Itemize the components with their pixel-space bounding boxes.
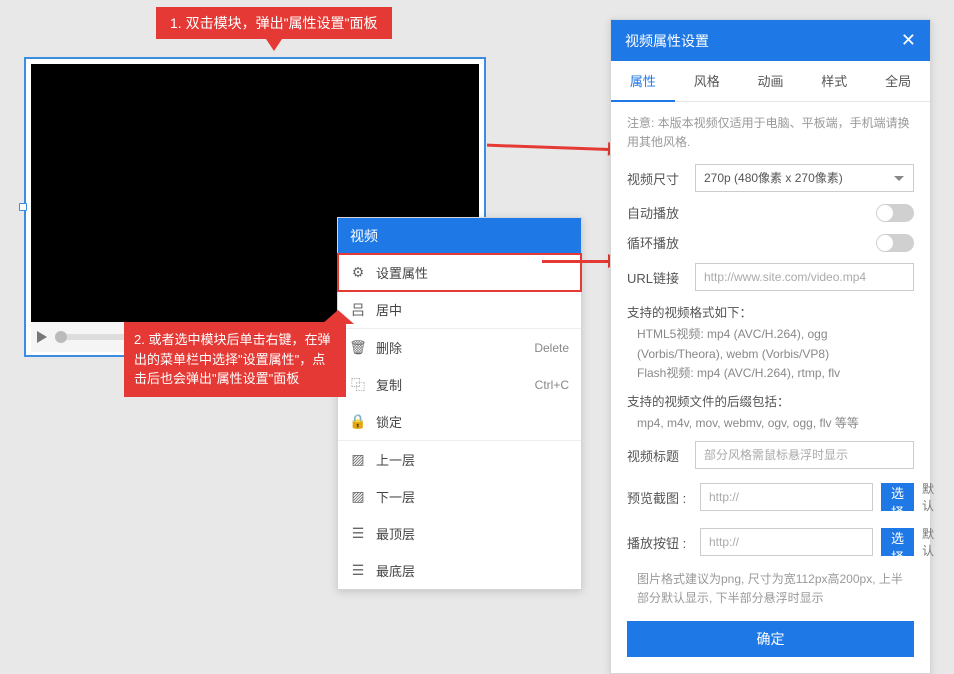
menu-label: 复制 (376, 375, 402, 394)
callout-step2: 2. 或者选中模块后单击右键，在弹出的菜单栏中选择"设置属性"，点击后也会弹出"… (124, 322, 346, 397)
layer-up-icon: ▨ (350, 452, 366, 468)
tab-animation[interactable]: 动画 (739, 61, 803, 101)
video-title-label: 视频标题 (627, 446, 687, 465)
size-label: 视频尺寸 (627, 169, 687, 188)
tab-css[interactable]: 样式 (802, 61, 866, 101)
close-icon[interactable]: ✕ (901, 30, 916, 51)
loop-toggle[interactable] (876, 234, 914, 252)
copy-icon: ⿻ (350, 377, 366, 393)
menu-copy[interactable]: ⿻ 复制 Ctrl+C (338, 366, 581, 403)
url-input[interactable] (695, 263, 914, 291)
layer-bottom-icon: ☰ (350, 563, 366, 579)
play-icon[interactable] (37, 331, 47, 343)
playbtn-select-button[interactable]: 选择 (881, 528, 914, 556)
tab-properties[interactable]: 属性 (611, 61, 675, 102)
playbtn-input[interactable] (700, 528, 873, 556)
video-title-input[interactable] (695, 441, 914, 469)
tab-global[interactable]: 全局 (866, 61, 930, 101)
context-menu: 视频 ⚙ 设置属性 吕 居中 🗑 删除 Delete ⿻ 复制 Ctrl+C 🔒… (337, 217, 582, 590)
panel-body: 注意: 本版本视频仅适用于电脑、平板端，手机端请换用其他风格. 视频尺寸 270… (611, 102, 930, 673)
tabs: 属性 风格 动画 样式 全局 (611, 61, 930, 102)
menu-label: 居中 (376, 300, 402, 319)
selection-handle-left[interactable] (19, 203, 27, 211)
playbtn-label: 播放按钮 : (627, 533, 692, 552)
context-menu-title: 视频 (338, 218, 581, 254)
menu-layer-bottom[interactable]: ☰ 最底层 (338, 552, 581, 589)
callout-step1: 1. 双击模块，弹出"属性设置"面板 (156, 7, 392, 39)
loop-label: 循环播放 (627, 233, 687, 252)
panel-note: 注意: 本版本视频仅适用于电脑、平板端，手机端请换用其他风格. (627, 114, 914, 152)
arrow-to-size (487, 144, 620, 152)
menu-layer-up[interactable]: ▨ 上一层 (338, 441, 581, 478)
preview-label: 预览截图 : (627, 488, 692, 507)
trash-icon: 🗑 (350, 340, 366, 356)
support-ext-text: mp4, m4v, mov, webmv, ogv, ogg, flv 等等 (637, 414, 914, 433)
menu-label: 删除 (376, 338, 402, 357)
shortcut: Delete (534, 341, 569, 355)
menu-lock[interactable]: 🔒 锁定 (338, 403, 581, 440)
menu-label: 最底层 (376, 561, 415, 580)
menu-layer-down[interactable]: ▨ 下一层 (338, 478, 581, 515)
support-formats-text: HTML5视频: mp4 (AVC/H.264), ogg (Vorbis/Th… (637, 325, 914, 383)
menu-center[interactable]: 吕 居中 (338, 291, 581, 328)
menu-delete[interactable]: 🗑 删除 Delete (338, 329, 581, 366)
autoplay-label: 自动播放 (627, 203, 687, 222)
image-hint: 图片格式建议为png, 尺寸为宽112px高200px, 上半部分默认显示, 下… (637, 570, 914, 608)
properties-panel: 视频属性设置 ✕ 属性 风格 动画 样式 全局 注意: 本版本视频仅适用于电脑、… (610, 19, 931, 674)
arrow-to-url (542, 260, 620, 263)
url-label: URL链接 (627, 268, 687, 287)
gear-icon: ⚙ (350, 265, 366, 281)
playbtn-default-label[interactable]: 默认 (922, 525, 934, 559)
size-select[interactable]: 270p (480像素 x 270像素) (695, 164, 914, 192)
menu-layer-top[interactable]: ☰ 最顶层 (338, 515, 581, 552)
preview-select-button[interactable]: 选择 (881, 483, 914, 511)
panel-title: 视频属性设置 (625, 31, 709, 51)
autoplay-toggle[interactable] (876, 204, 914, 222)
panel-header: 视频属性设置 ✕ (611, 20, 930, 61)
preview-default-label[interactable]: 默认 (922, 480, 934, 514)
menu-label: 最顶层 (376, 524, 415, 543)
menu-label: 下一层 (376, 487, 415, 506)
ok-button[interactable]: 确定 (627, 621, 914, 657)
support-formats-title: 支持的视频格式如下： (627, 302, 914, 321)
lock-icon: 🔒 (350, 414, 366, 430)
preview-input[interactable] (700, 483, 873, 511)
layer-down-icon: ▨ (350, 489, 366, 505)
tab-style[interactable]: 风格 (675, 61, 739, 101)
menu-label: 锁定 (376, 412, 402, 431)
menu-label: 设置属性 (376, 263, 428, 282)
menu-label: 上一层 (376, 450, 415, 469)
shortcut: Ctrl+C (535, 378, 569, 392)
support-ext-title: 支持的视频文件的后缀包括： (627, 391, 914, 410)
layer-top-icon: ☰ (350, 526, 366, 542)
